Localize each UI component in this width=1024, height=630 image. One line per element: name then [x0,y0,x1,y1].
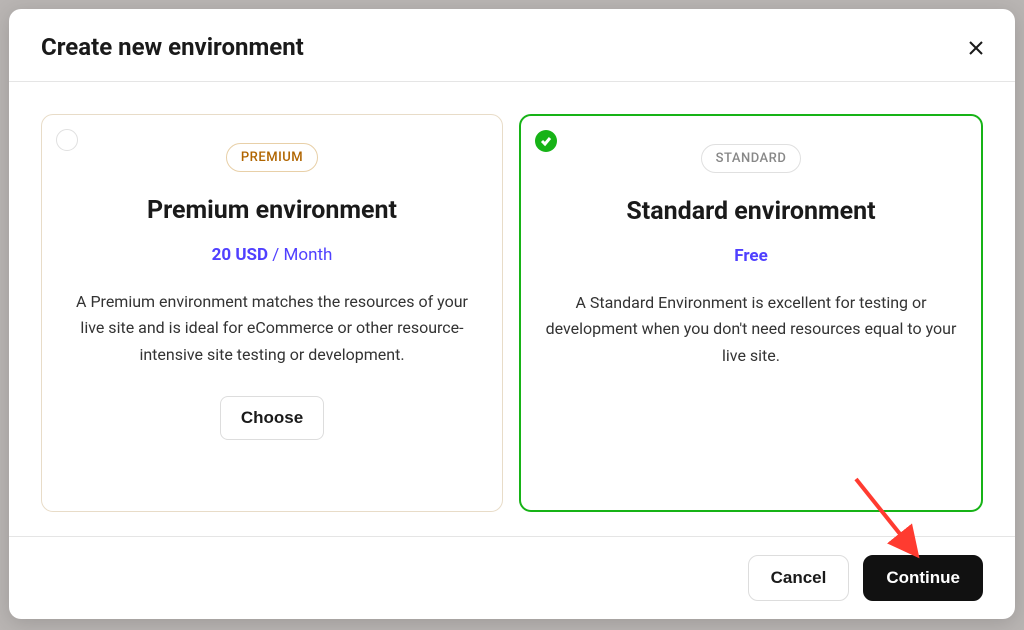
modal-header: Create new environment [9,9,1015,82]
premium-badge: PREMIUM [226,143,318,172]
standard-plan-price: Free [734,246,768,266]
create-environment-modal: Create new environment PREMIUM Premium e… [9,9,1015,619]
standard-plan-title: Standard environment [626,197,875,226]
premium-plan-description: A Premium environment matches the resour… [66,289,478,368]
plan-card-standard[interactable]: STANDARD Standard environment Free A Sta… [519,114,983,512]
standard-plan-description: A Standard Environment is excellent for … [545,290,957,369]
modal-title: Create new environment [41,33,304,61]
cancel-button[interactable]: Cancel [748,555,850,601]
radio-selected-icon [535,130,557,152]
premium-plan-title: Premium environment [147,196,397,225]
close-icon[interactable] [969,40,983,54]
premium-price-period: / Month [272,245,332,265]
continue-button[interactable]: Continue [863,555,983,601]
standard-badge: STANDARD [701,144,802,173]
radio-unselected-icon [56,129,78,151]
plan-card-premium[interactable]: PREMIUM Premium environment 20 USD / Mon… [41,114,503,512]
premium-plan-price: 20 USD / Month [212,245,333,265]
modal-footer: Cancel Continue [9,536,1015,619]
premium-price-amount: 20 USD [212,245,268,265]
choose-premium-button[interactable]: Choose [220,396,324,440]
modal-body: PREMIUM Premium environment 20 USD / Mon… [9,82,1015,536]
